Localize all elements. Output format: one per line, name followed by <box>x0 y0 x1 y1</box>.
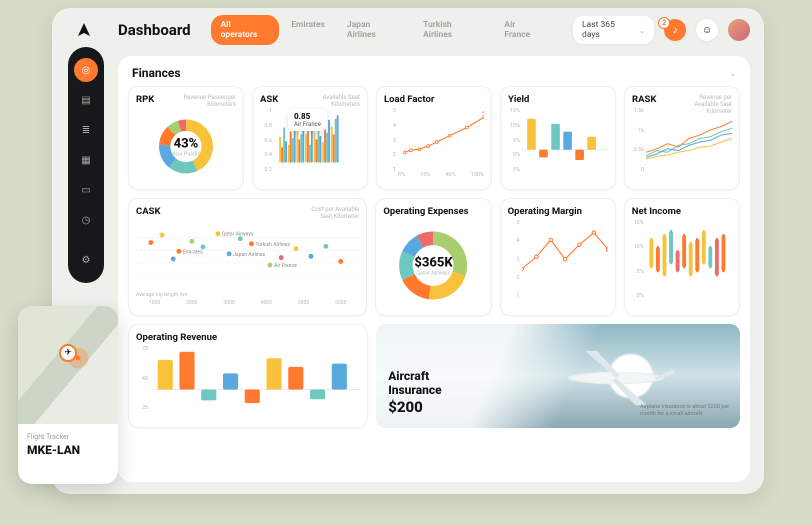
chevron-down-icon: ⌄ <box>639 26 646 35</box>
app-logo-icon <box>72 18 96 42</box>
flight-tracker-map: ✈ <box>18 306 118 424</box>
svg-text:5000: 5000 <box>298 300 310 306</box>
svg-text:2000: 2000 <box>186 300 198 306</box>
panel-collapse-icon[interactable]: ⌄ <box>729 69 736 78</box>
date-range-select[interactable]: Last 365 days ⌄ <box>573 16 654 44</box>
card-title: RPK <box>136 94 154 105</box>
notifications-button[interactable]: 2 ♪ <box>664 19 686 41</box>
plane-icon: ✈ <box>59 344 77 362</box>
nav-analytics[interactable]: ▤ <box>74 88 98 112</box>
card-subtitle: Available Seat Kilometers <box>302 94 360 108</box>
svg-text:4000: 4000 <box>261 300 273 306</box>
tab-emirates[interactable]: Emirates <box>281 15 335 45</box>
card-title: CASK <box>136 206 161 217</box>
tab-air-france[interactable]: Air France <box>494 15 553 45</box>
tab-japan-airlines[interactable]: Japan Airlines <box>337 15 411 45</box>
card-operating-expenses[interactable]: Operating Expenses $365KQatar Airways <box>375 198 491 316</box>
promo-title-l2: Insurance <box>388 384 441 398</box>
card-cask[interactable]: CASK Cost per Available Seat Kilometer Qa… <box>128 198 367 316</box>
svg-text:Air France: Air France <box>274 263 297 269</box>
card-yield[interactable]: Yield15%10%5%0%-5% <box>500 86 616 190</box>
avatar[interactable] <box>728 19 750 41</box>
card-title: Operating Revenue <box>136 332 217 343</box>
card-load-factor[interactable]: Load Factor54321 4.4 8%18%40%100% <box>376 86 492 190</box>
app-window: Dashboard All operatorsEmiratesJapan Air… <box>52 8 764 494</box>
sidebar-rail: ◎ ▤ ≣ ▦ ▭ ◷ ⚙ <box>68 47 104 283</box>
svg-text:Japan Airlines: Japan Airlines <box>233 252 265 258</box>
nav-database[interactable]: ≣ <box>74 118 98 142</box>
svg-text:4.4: 4.4 <box>482 111 484 116</box>
card-rpk[interactable]: RPKRevenue Passenger Kilometers 43%Asia … <box>128 86 244 190</box>
svg-text:1000: 1000 <box>149 300 161 306</box>
svg-text:Emirates: Emirates <box>183 249 203 255</box>
svg-text:Average trip length, km: Average trip length, km <box>136 292 188 298</box>
card-operating-revenue[interactable]: Operating Revenue754025 <box>128 324 368 428</box>
date-range-label: Last 365 days <box>582 20 634 40</box>
header: Dashboard All operatorsEmiratesJapan Air… <box>52 8 764 52</box>
card-title: Net Income <box>632 206 681 217</box>
card-aircraft-insurance[interactable]: Aircraft Insurance $200 Airplane insuran… <box>376 324 740 428</box>
card-net-income[interactable]: Net Income15%10%5%0% <box>624 198 740 316</box>
operator-tabs: All operatorsEmiratesJapan AirlinesTurki… <box>211 15 553 45</box>
card-operating-margin[interactable]: Operating Margin54321 <box>500 198 616 316</box>
nav-docs[interactable]: ▭ <box>74 178 98 202</box>
airplane-icon <box>536 343 696 413</box>
card-title: Load Factor <box>384 94 434 105</box>
svg-text:Turkish Airlines: Turkish Airlines <box>255 242 290 248</box>
promo-fineprint: Airplane insurance is about $200 per mon… <box>640 404 730 418</box>
help-button[interactable]: ☺ <box>696 19 718 41</box>
svg-text:Qatar Airways: Qatar Airways <box>222 232 254 238</box>
help-icon: ☺ <box>702 25 712 36</box>
bell-icon: ♪ <box>673 25 678 36</box>
flight-tracker-label: Flight Tracker <box>27 433 109 441</box>
promo-price: $200 <box>388 398 441 416</box>
card-rask[interactable]: RASKRevenue per Available Seat Kilometer… <box>624 86 740 190</box>
flight-tracker-code: MKE-LAN <box>27 443 109 457</box>
page-title: Dashboard <box>118 21 191 39</box>
nav-history[interactable]: ◷ <box>74 208 98 232</box>
panel-title: Finances <box>132 66 181 80</box>
svg-text:6000: 6000 <box>335 300 347 306</box>
tab-all-operators[interactable]: All operators <box>211 15 280 45</box>
promo-title-l1: Aircraft <box>388 370 441 384</box>
card-title: Operating Expenses <box>383 206 468 217</box>
card-subtitle: Cost per Available Seat Kilometer <box>301 206 359 220</box>
card-title: Operating Margin <box>508 206 582 217</box>
card-title: RASK <box>632 94 656 105</box>
notification-badge: 2 <box>658 17 670 29</box>
card-ask[interactable]: ASKAvailable Seat Kilometers10.80.60.40.… <box>252 86 368 190</box>
nav-settings[interactable]: ⚙ <box>74 248 98 272</box>
flight-tracker-widget[interactable]: ✈ Flight Tracker MKE-LAN <box>18 306 118 484</box>
tab-turkish-airlines[interactable]: Turkish Airlines <box>413 15 492 45</box>
card-subtitle: Revenue Passenger Kilometers <box>178 94 236 108</box>
nav-fleet[interactable]: ▦ <box>74 148 98 172</box>
finances-panel: Finances ⌄ RPK Revenue Passenger Kilomete… <box>118 56 750 482</box>
svg-text:3000: 3000 <box>223 300 235 306</box>
card-title: Yield <box>508 94 529 105</box>
card-title: ASK <box>260 94 278 105</box>
nav-home[interactable]: ◎ <box>74 58 98 82</box>
